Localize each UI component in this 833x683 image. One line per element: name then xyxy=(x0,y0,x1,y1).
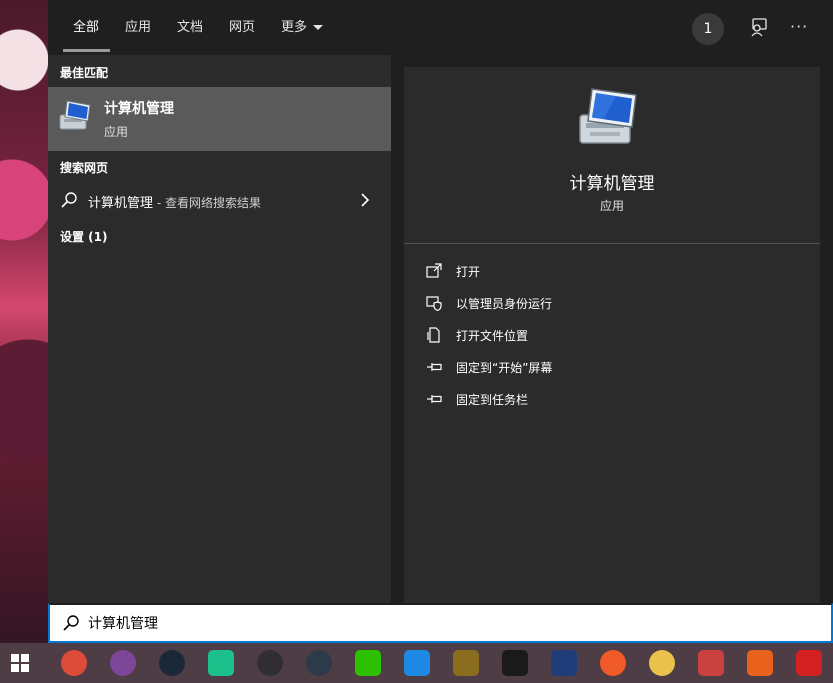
web-search-item[interactable]: 计算机管理 - 查看网络搜索结果 xyxy=(48,187,391,217)
tab-documents[interactable]: 文档 xyxy=(177,18,203,38)
tab-more[interactable]: 更多 xyxy=(281,18,324,38)
file-location-icon xyxy=(427,327,440,343)
taskbar-app-devcpp-icon[interactable] xyxy=(551,650,577,676)
preview-divider xyxy=(404,243,820,244)
start-search-panel: 全部 应用 文档 网页 更多 1 ··· 最佳匹配 计算机管理 应用 搜索网页 … xyxy=(48,0,833,643)
taskbar-app-tor-icon[interactable] xyxy=(110,650,136,676)
pin-icon xyxy=(427,363,442,371)
section-settings[interactable]: 设置 (1) xyxy=(60,228,108,245)
taskbar-app-wechat-icon[interactable] xyxy=(355,650,381,676)
taskbar-app-app-game-icon[interactable] xyxy=(453,650,479,676)
rewards-badge[interactable]: 1 xyxy=(692,13,724,45)
web-search-hint: - 查看网络搜索结果 xyxy=(153,196,261,210)
taskbar-app-matlab-icon[interactable] xyxy=(747,650,773,676)
pin-icon xyxy=(427,395,442,403)
chevron-right-icon[interactable] xyxy=(358,191,372,209)
action-pin-to-start-label: 固定到“开始”屏幕 xyxy=(456,361,553,375)
taskbar-app-app-dark-icon[interactable] xyxy=(306,650,332,676)
results-list: 最佳匹配 计算机管理 应用 搜索网页 计算机管理 - 查看网络搜索结果 设置 (… xyxy=(48,55,391,603)
preview-pane: 计算机管理 应用 打开 以管理员身份运行 打开文件位置 固定到“开始”屏幕 固定… xyxy=(404,67,820,603)
computer-management-icon xyxy=(59,100,91,130)
taskbar-app-app-blue-icon[interactable] xyxy=(404,650,430,676)
action-pin-to-taskbar[interactable]: 固定到任务栏 xyxy=(426,389,806,411)
action-open-file-location[interactable]: 打开文件位置 xyxy=(426,325,806,347)
best-match-item[interactable]: 计算机管理 应用 xyxy=(48,87,391,151)
action-open[interactable]: 打开 xyxy=(426,261,806,283)
section-best-match: 最佳匹配 xyxy=(60,66,109,80)
chevron-down-icon xyxy=(313,25,324,30)
tab-apps[interactable]: 应用 xyxy=(125,18,151,38)
computer-management-icon xyxy=(579,88,637,144)
section-web-search: 搜索网页 xyxy=(60,161,109,175)
open-icon xyxy=(426,263,442,278)
active-tab-indicator xyxy=(63,49,110,52)
preview-subtitle: 应用 xyxy=(599,199,624,213)
best-match-title: 计算机管理 xyxy=(104,101,174,117)
tab-all[interactable]: 全部 xyxy=(73,18,99,38)
taskbar-app-intellij-icon[interactable] xyxy=(502,650,528,676)
taskbar-app-app-red2-icon[interactable] xyxy=(796,650,822,676)
web-search-query: 计算机管理 xyxy=(88,196,154,211)
search-icon xyxy=(63,615,79,631)
web-search-text: 计算机管理 - 查看网络搜索结果 xyxy=(88,192,261,211)
search-input[interactable] xyxy=(88,611,788,635)
taskbar-app-obs-icon[interactable] xyxy=(257,650,283,676)
tab-more-label: 更多 xyxy=(281,20,308,35)
action-open-file-location-label: 打开文件位置 xyxy=(456,329,529,343)
search-icon xyxy=(61,192,77,208)
shield-icon xyxy=(426,296,442,311)
windows-start-icon[interactable] xyxy=(10,653,30,673)
action-pin-to-taskbar-label: 固定到任务栏 xyxy=(456,393,529,407)
taskbar-app-app-orange-icon[interactable] xyxy=(600,650,626,676)
taskbar-app-app-red-icon[interactable] xyxy=(698,650,724,676)
action-run-as-admin-label: 以管理员身份运行 xyxy=(456,297,553,311)
search-scope-tabs: 全部 应用 文档 网页 更多 1 ··· xyxy=(48,0,833,55)
taskbar-app-chrome-icon[interactable] xyxy=(61,650,87,676)
best-match-subtitle: 应用 xyxy=(104,125,129,139)
tab-web[interactable]: 网页 xyxy=(229,18,255,38)
action-run-as-admin[interactable]: 以管理员身份运行 xyxy=(426,293,806,315)
search-box[interactable] xyxy=(48,603,833,643)
action-open-label: 打开 xyxy=(456,265,481,279)
taskbar-app-app-green-icon[interactable] xyxy=(208,650,234,676)
taskbar-app-steam-icon[interactable] xyxy=(159,650,185,676)
action-pin-to-start[interactable]: 固定到“开始”屏幕 xyxy=(426,357,806,379)
feedback-icon[interactable] xyxy=(749,17,769,37)
preview-title: 计算机管理 xyxy=(569,174,655,194)
taskbar-app-app-yellow-icon[interactable] xyxy=(649,650,675,676)
taskbar xyxy=(0,643,833,683)
more-options-icon[interactable]: ··· xyxy=(790,17,810,37)
